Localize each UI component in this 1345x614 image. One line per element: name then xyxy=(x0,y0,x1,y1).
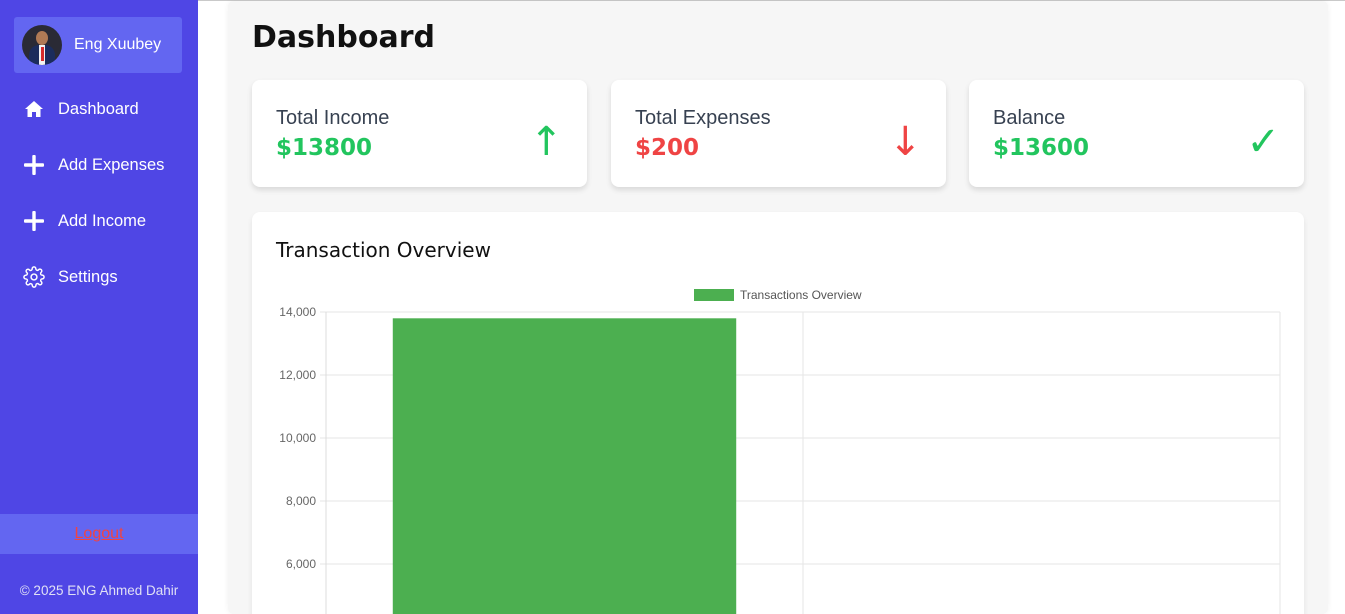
y-tick-label: 8,000 xyxy=(286,494,316,508)
arrow-down-icon: ↓ xyxy=(888,119,922,165)
total-income-card: Total Income $13800 ↑ xyxy=(252,80,587,187)
card-value: $200 xyxy=(635,135,700,161)
sidebar-item-add-income[interactable]: Add Income xyxy=(0,193,198,249)
sidebar-item-label: Add Income xyxy=(58,211,147,230)
total-expenses-card: Total Expenses $200 ↓ xyxy=(611,80,946,187)
avatar xyxy=(22,25,62,65)
y-tick-label: 6,000 xyxy=(286,557,316,571)
legend-swatch xyxy=(694,289,734,301)
arrow-up-icon: ↑ xyxy=(529,119,563,165)
card-label: Total Income xyxy=(276,107,390,129)
legend-label: Transactions Overview xyxy=(740,288,862,302)
plus-icon xyxy=(23,154,45,176)
user-profile[interactable]: Eng Xuubey xyxy=(14,17,182,73)
balance-card: Balance $13600 ✓ xyxy=(969,80,1304,187)
sidebar-item-settings[interactable]: Settings xyxy=(0,249,198,305)
sidebar: Eng Xuubey Dashboard Add Expenses Add In… xyxy=(0,0,198,614)
footer-copyright: © 2025 ENG Ahmed Dahir xyxy=(19,583,179,598)
y-tick-label: 14,000 xyxy=(279,305,316,319)
sidebar-nav: Dashboard Add Expenses Add Income Settin… xyxy=(0,81,198,305)
bar-chart: Transactions Overview 14,000 12,000 10,000 8… xyxy=(279,288,1281,614)
logout-link[interactable]: Logout xyxy=(0,514,198,554)
home-icon xyxy=(23,98,45,120)
plus-icon xyxy=(23,210,45,232)
checkmark-icon: ✓ xyxy=(1246,119,1280,165)
sidebar-item-label: Settings xyxy=(58,267,118,286)
sidebar-item-add-expenses[interactable]: Add Expenses xyxy=(0,137,198,193)
y-tick-label: 12,000 xyxy=(279,368,316,382)
gear-icon xyxy=(23,266,45,288)
transaction-overview-card: Transaction Overview Transactions Overvi… xyxy=(252,212,1304,614)
sidebar-item-label: Dashboard xyxy=(58,99,139,118)
profile-name: Eng Xuubey xyxy=(74,36,162,53)
sidebar-item-dashboard[interactable]: Dashboard xyxy=(0,81,198,137)
sidebar-item-label: Add Expenses xyxy=(58,155,165,174)
bar-income xyxy=(392,318,737,614)
card-value: $13600 xyxy=(993,135,1090,161)
card-label: Total Expenses xyxy=(635,107,771,129)
page-title: Dashboard xyxy=(252,20,435,55)
card-value: $13800 xyxy=(276,135,373,161)
card-label: Balance xyxy=(993,107,1066,129)
y-tick-label: 10,000 xyxy=(279,431,316,445)
